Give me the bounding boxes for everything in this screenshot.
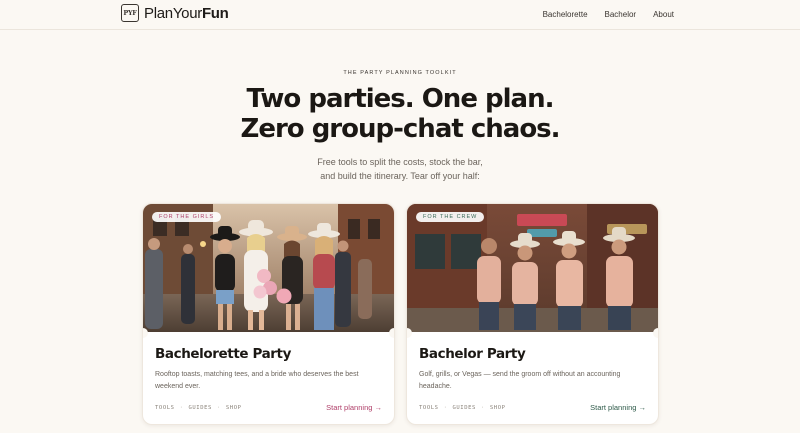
hero-headline-line2: Zero group-chat chaos. — [240, 114, 560, 144]
nav-link-about[interactable]: About — [653, 10, 674, 19]
hero-headline: Two parties. One plan. Zero group-chat c… — [0, 84, 800, 144]
hero-subtitle-line2: and build the itinerary. Tear off your h… — [320, 171, 480, 181]
ticket-notch-right — [653, 328, 658, 338]
card-links: TOOLS · GUIDES · SHOP — [155, 405, 242, 411]
card-link-tools[interactable]: TOOLS — [419, 405, 439, 411]
card-title: Bachelor Party — [419, 346, 526, 362]
separator-dot: · — [179, 405, 184, 411]
bachelorette-photo — [143, 204, 394, 332]
nav-link-bachelorette[interactable]: Bachelorette — [543, 10, 588, 19]
separator-dot: · — [480, 405, 485, 411]
bachelorette-card[interactable]: FOR THE GIRLS Bachelorette Party Rooftop… — [142, 203, 395, 425]
start-planning-button[interactable]: Start planning → — [326, 403, 382, 412]
logo-text-bold: Fun — [201, 4, 229, 22]
separator-dot: · — [216, 405, 221, 411]
card-tag: FOR THE GIRLS — [152, 212, 222, 222]
logo[interactable]: PYF PlanYourFun — [121, 4, 229, 22]
card-title: Bachelorette Party — [155, 346, 292, 362]
card-link-guides[interactable]: GUIDES — [188, 405, 211, 411]
top-nav: PYF PlanYourFun Bachelorette Bachelor Ab… — [0, 0, 800, 30]
card-links: TOOLS · GUIDES · SHOP — [419, 405, 506, 411]
hero-headline-line1: Two parties. One plan. — [246, 84, 555, 114]
ticket-notch-left — [407, 328, 412, 338]
hero-subtitle: Free tools to split the costs, stock the… — [0, 155, 800, 183]
card-link-shop[interactable]: SHOP — [490, 405, 506, 411]
start-planning-button[interactable]: Start planning → — [590, 403, 646, 412]
hero-eyebrow: THE PARTY PLANNING TOOLKIT — [343, 70, 457, 76]
nav-link-bachelor[interactable]: Bachelor — [605, 10, 637, 19]
nav-links: Bachelorette Bachelor About — [543, 10, 674, 19]
card-tag: FOR THE CREW — [416, 212, 485, 222]
card-link-tools[interactable]: TOOLS — [155, 405, 175, 411]
separator-dot: · — [443, 405, 448, 411]
ticket-notch-right — [389, 328, 394, 338]
logo-mark-icon: PYF — [121, 4, 139, 22]
bachelor-photo — [407, 204, 658, 332]
card-description: Rooftop toasts, matching tees, and a bri… — [155, 371, 359, 390]
card-link-guides[interactable]: GUIDES — [452, 405, 475, 411]
ticket-notch-left — [143, 328, 148, 338]
card-description: Golf, grills, or Vegas — send the groom … — [419, 371, 621, 390]
hero-subtitle-line1: Free tools to split the costs, stock the… — [317, 157, 483, 167]
logo-text: PlanYourFun — [144, 5, 229, 22]
logo-text-light: PlanYour — [144, 4, 202, 22]
bachelor-card[interactable]: FOR THE CREW Bachelor Party Golf, grills… — [406, 203, 659, 425]
card-link-shop[interactable]: SHOP — [226, 405, 242, 411]
